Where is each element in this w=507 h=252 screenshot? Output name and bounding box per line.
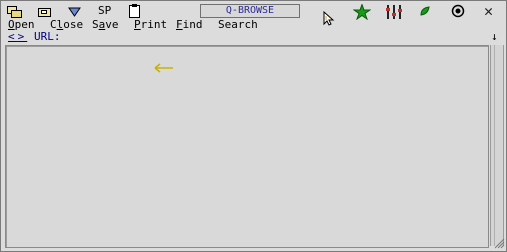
browser-window: SP Q-BROWSE ✕ Open Close Save Print Find… — [0, 0, 507, 252]
print-clipboard-icon[interactable] — [128, 3, 144, 18]
nav-buttons: <> — [8, 31, 27, 43]
vertical-scrollbar[interactable] — [490, 45, 504, 246]
close-folder-icon[interactable] — [37, 5, 53, 19]
save-arrow-icon[interactable] — [67, 5, 83, 19]
menu-save[interactable]: Save — [92, 18, 119, 32]
content-area[interactable] — [5, 45, 489, 248]
close-icon[interactable]: ✕ — [484, 3, 493, 19]
equalizer-icon[interactable] — [385, 3, 402, 19]
target-icon[interactable] — [451, 4, 467, 18]
menu-find[interactable]: Find — [176, 18, 203, 32]
yellow-pointer-icon — [151, 62, 175, 77]
cursor-icon — [323, 10, 339, 26]
leaf-icon[interactable] — [419, 5, 435, 19]
resize-grip-icon[interactable] — [493, 237, 505, 252]
scrollbar-track-line — [494, 45, 495, 246]
app-title: Q-BROWSE — [200, 4, 300, 18]
star-icon[interactable] — [352, 3, 372, 21]
menu-search[interactable]: Search — [218, 18, 258, 32]
sp-label[interactable]: SP — [98, 5, 111, 19]
forward-button[interactable]: > — [18, 30, 28, 43]
menu-print[interactable]: Print — [134, 18, 167, 32]
down-arrow-icon[interactable]: ↓ — [491, 31, 498, 43]
open-folder-icon[interactable] — [7, 5, 23, 19]
url-input[interactable] — [65, 31, 483, 43]
url-label: URL: — [34, 30, 61, 43]
back-button[interactable]: < — [8, 30, 18, 43]
